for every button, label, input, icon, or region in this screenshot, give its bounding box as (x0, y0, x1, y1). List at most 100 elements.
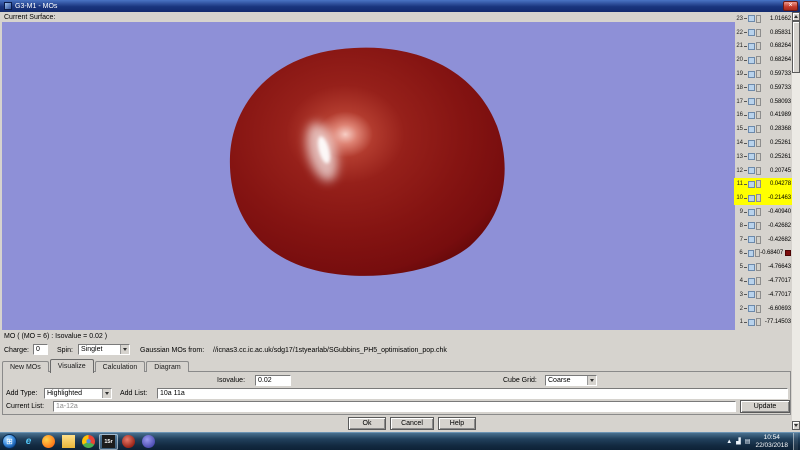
mo-row-21[interactable]: 210.68264 (734, 40, 792, 54)
mo-list-scrollbar[interactable] (792, 12, 800, 430)
mo-row-22[interactable]: 220.85831 (734, 26, 792, 40)
mo-checkbox[interactable] (748, 209, 755, 216)
mo-checkbox[interactable] (748, 71, 755, 78)
mo-row-10[interactable]: 10-0.21463 (734, 191, 792, 205)
close-button[interactable]: × (783, 1, 798, 11)
internet-explorer-icon[interactable]: e (19, 434, 38, 450)
chevron-down-icon[interactable] (120, 345, 129, 354)
mo-checkbox[interactable] (748, 98, 755, 105)
mo-number: 11 (734, 181, 743, 187)
mo-row-15[interactable]: 150.28368 (734, 122, 792, 136)
mo-checkbox[interactable] (748, 264, 755, 271)
ok-button[interactable]: Ok (348, 417, 386, 430)
mo-row-12[interactable]: 12 0.20745 (734, 164, 792, 178)
mo-energy-value: 0.68264 (761, 43, 792, 49)
tab-calculation[interactable]: Calculation (95, 361, 146, 372)
mo-viewport[interactable] (2, 22, 735, 330)
chrome-icon[interactable]: ● (79, 434, 98, 450)
add-type-label: Add Type: (6, 390, 37, 397)
mo-checkbox[interactable] (748, 195, 755, 202)
gaussview-icon[interactable] (139, 434, 158, 450)
firefox-icon[interactable] (39, 434, 58, 450)
mo-checkbox[interactable] (748, 126, 755, 133)
mo-row-23[interactable]: 231.01662 (734, 12, 792, 26)
taskbar-clock[interactable]: 10:54 22/03/2018 (752, 434, 791, 449)
add-type-select[interactable]: Highlighted (44, 388, 112, 399)
cancel-button[interactable]: Cancel (390, 417, 434, 430)
mo-row-14[interactable]: 140.25261 (734, 136, 792, 150)
hidden-icons-icon[interactable]: ▲ (726, 439, 732, 445)
isovalue-input[interactable] (255, 375, 291, 386)
mo-number: 7 (734, 237, 743, 243)
mo-row-7[interactable]: 7-0.42682 (734, 233, 792, 247)
file-explorer-icon[interactable] (59, 434, 78, 450)
mo-row-11[interactable]: 110.04278 (734, 178, 792, 192)
mo-row-5[interactable]: 5-4.76643 (734, 260, 792, 274)
mo-row-19[interactable]: 190.59733 (734, 67, 792, 81)
mo-checkbox[interactable] (748, 15, 755, 22)
window-title: G3-M1 - MOs (15, 3, 57, 10)
internet-explorer-glyph: e (22, 435, 35, 448)
action-center-icon[interactable]: ▤ (745, 438, 751, 445)
mo-checkbox[interactable] (748, 112, 755, 119)
chevron-down-icon[interactable] (102, 389, 111, 398)
app-15r-icon[interactable]: 15r (99, 434, 118, 450)
mo-checkbox[interactable] (748, 43, 755, 50)
tab-diagram[interactable]: Diagram (146, 361, 188, 372)
mo-row-6[interactable]: 6-0.68407 (734, 247, 792, 261)
cube-grid-select[interactable]: Coarse (545, 375, 597, 386)
mo-checkbox[interactable] (748, 167, 755, 174)
mo-checkbox[interactable] (748, 84, 755, 91)
app-icon (4, 2, 12, 10)
spin-select[interactable]: Singlet (78, 344, 130, 355)
update-button[interactable]: Update (740, 400, 790, 413)
viewport-caption: MO ( (MO = 6) : Isovalue = 0.02 ) (4, 333, 107, 340)
scrollbar-thumb[interactable] (792, 21, 800, 73)
mo-row-2[interactable]: 2-6.60693 (734, 302, 792, 316)
mo-energy-value: 0.20745 (761, 168, 792, 174)
charge-input[interactable] (33, 344, 48, 355)
mo-row-18[interactable]: 180.59733 (734, 81, 792, 95)
mo-checkbox[interactable] (748, 236, 755, 243)
mo-row-4[interactable]: 4-4.77017 (734, 274, 792, 288)
cube-grid-label: Cube Grid: (503, 377, 537, 384)
network-icon[interactable]: ▟ (736, 438, 741, 445)
mo-checkbox[interactable] (748, 153, 755, 160)
add-list-input[interactable] (157, 388, 788, 399)
mo-tick (744, 308, 747, 309)
mo-row-20[interactable]: 200.68264 (734, 53, 792, 67)
mo-checkbox[interactable] (748, 250, 755, 257)
scroll-down-icon[interactable] (792, 421, 800, 430)
mo-checkbox[interactable] (748, 319, 755, 326)
chevron-down-icon[interactable] (587, 376, 596, 385)
mo-checkbox[interactable] (748, 57, 755, 64)
mo-row-8[interactable]: 8-0.42682 (734, 219, 792, 233)
mo-row-3[interactable]: 3-4.77017 (734, 288, 792, 302)
mo-row-17[interactable]: 170.58093 (734, 95, 792, 109)
mo-checkbox[interactable] (748, 29, 755, 36)
show-desktop-button[interactable] (793, 433, 798, 450)
mo-tick (744, 253, 747, 254)
mo-checkbox[interactable] (748, 305, 755, 312)
start-button[interactable]: ⊞ (2, 434, 17, 449)
avogadro-icon[interactable] (119, 434, 138, 450)
mo-checkbox[interactable] (748, 181, 755, 188)
mo-row-16[interactable]: 160.41989 (734, 109, 792, 123)
mo-number: 3 (734, 292, 743, 298)
mo-row-1[interactable]: 1-77.14503 (734, 316, 792, 330)
mo-tick (744, 101, 747, 102)
mo-checkbox[interactable] (748, 278, 755, 285)
mo-tick (744, 32, 747, 33)
mo-checkbox[interactable] (748, 222, 755, 229)
tab-visualize[interactable]: Visualize (50, 359, 94, 373)
mo-checkbox[interactable] (748, 140, 755, 147)
mo-number: 12 (734, 168, 743, 174)
mo-row-13[interactable]: 130.25261 (734, 150, 792, 164)
mo-checkbox[interactable] (748, 291, 755, 298)
scroll-up-icon[interactable] (792, 12, 800, 21)
mo-tick (744, 156, 747, 157)
mo-energy-value: 0.59733 (761, 71, 792, 77)
tab-new-mos[interactable]: New MOs (2, 361, 49, 372)
help-button[interactable]: Help (438, 417, 476, 430)
mo-row-9[interactable]: 9-0.40940 (734, 205, 792, 219)
